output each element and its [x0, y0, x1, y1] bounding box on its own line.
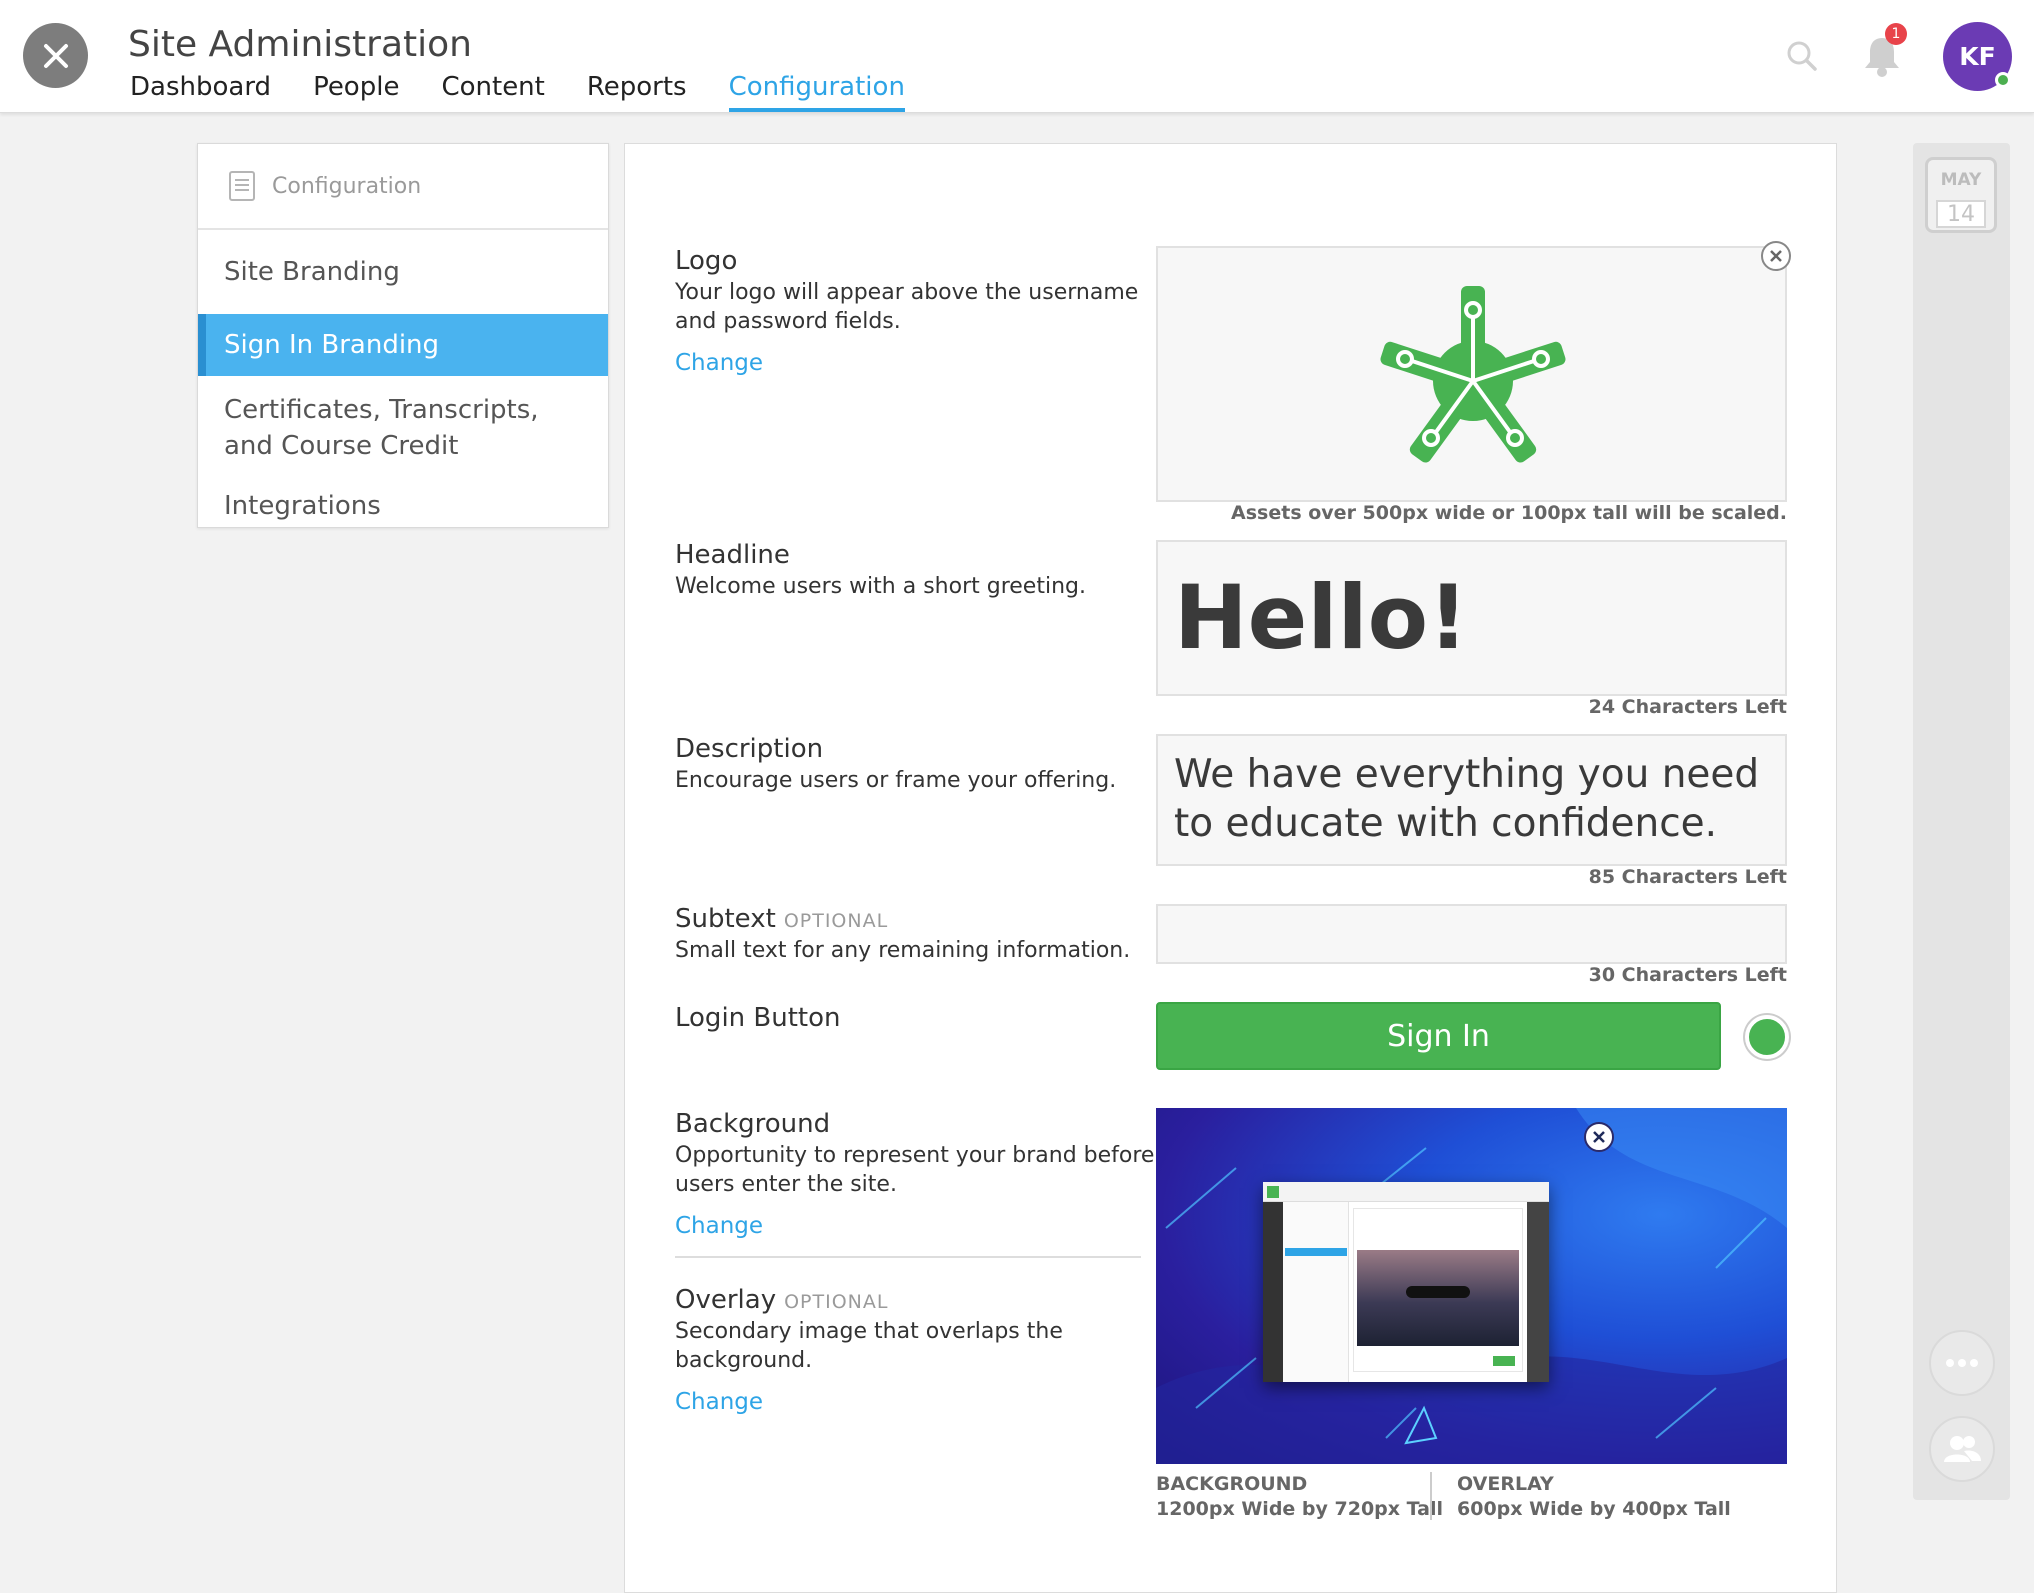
close-icon	[43, 43, 68, 68]
document-icon	[229, 171, 255, 201]
nav-content[interactable]: Content	[441, 72, 544, 112]
calendar-widget[interactable]: MAY 14	[1925, 157, 1997, 233]
optional-tag: OPTIONAL	[784, 1291, 889, 1313]
sidebar-heading: Configuration	[272, 173, 422, 199]
subtext-description: Small text for any remaining information…	[675, 938, 1131, 963]
nav-configuration[interactable]: Configuration	[728, 72, 905, 112]
background-description: Opportunity to represent your brand befo…	[675, 1143, 1155, 1197]
sidebar-header: Configuration	[198, 144, 608, 230]
headline-input[interactable]: Hello!	[1156, 540, 1787, 696]
more-button[interactable]	[1929, 1330, 1995, 1396]
headline-title: Headline	[675, 540, 790, 570]
sidebar-item-site-branding[interactable]: Site Branding	[198, 254, 608, 292]
overlay-description: Secondary image that overlaps the backgr…	[675, 1319, 1063, 1373]
right-rail	[1913, 143, 2010, 1500]
sidebar-item-integrations[interactable]: Integrations	[198, 488, 608, 524]
background-label-title: BACKGROUND	[1156, 1473, 1308, 1495]
users-icon	[1944, 1436, 1981, 1462]
optional-tag: OPTIONAL	[783, 910, 889, 932]
headline-description: Welcome users with a short greeting.	[675, 574, 1086, 599]
overlay-label-title: OVERLAY	[1457, 1473, 1554, 1495]
close-icon	[1593, 1131, 1605, 1143]
description-chars-left: 85 Characters Left	[1588, 866, 1787, 888]
calendar-month: MAY	[1940, 170, 1982, 190]
sidebar-item-label: Site Branding	[224, 257, 400, 287]
page-title: Site Administration	[128, 24, 472, 65]
sidebar-item-certificates[interactable]: Certificates, Transcripts, and Course Cr…	[198, 392, 608, 464]
close-icon	[1770, 250, 1782, 262]
description-title: Description	[675, 734, 824, 764]
top-bar: Site Administration Dashboard People Con…	[0, 0, 2034, 113]
sidebar-item-label: and Course Credit	[224, 431, 459, 461]
label-divider	[1430, 1472, 1432, 1520]
nav-people[interactable]: People	[313, 72, 399, 112]
button-color-picker[interactable]	[1745, 1015, 1789, 1059]
background-label-size: 1200px Wide by 720px Tall	[1156, 1498, 1444, 1520]
logo-preview[interactable]	[1156, 246, 1787, 502]
background-preview[interactable]	[1156, 1108, 1787, 1464]
headline-value: Hello!	[1174, 566, 1469, 669]
subtext-title-label: Subtext	[675, 904, 776, 934]
sign-in-button-preview[interactable]: Sign In	[1156, 1002, 1721, 1070]
remove-overlay-button[interactable]	[1584, 1122, 1614, 1152]
calendar-day: 14	[1936, 200, 1986, 228]
remove-logo-button[interactable]	[1761, 241, 1791, 271]
people-button[interactable]	[1929, 1416, 1995, 1482]
nav-reports[interactable]: Reports	[587, 72, 687, 112]
sidebar-item-label: Integrations	[224, 491, 381, 521]
background-size-label: BACKGROUND 1200px Wide by 720px Tall	[1156, 1472, 1443, 1522]
logo-change-link[interactable]: Change	[675, 350, 763, 376]
config-sidebar: Configuration Site Branding Sign In Bran…	[197, 143, 609, 528]
subtext-title: Subtext OPTIONAL	[675, 904, 888, 934]
logo-title: Logo	[675, 246, 738, 276]
nav-dashboard[interactable]: Dashboard	[130, 72, 271, 112]
background-title: Background	[675, 1109, 831, 1139]
overlay-change-link[interactable]: Change	[675, 1389, 763, 1415]
main-nav: Dashboard People Content Reports Configu…	[130, 72, 947, 112]
description-input[interactable]: We have everything you need to educate w…	[1156, 734, 1787, 866]
subtext-input[interactable]	[1156, 904, 1787, 964]
search-icon[interactable]	[1786, 40, 1818, 72]
notification-badge: 1	[1885, 23, 1907, 45]
overlay-image	[1263, 1182, 1549, 1382]
online-status-dot	[1995, 72, 2011, 88]
overlay-title: Overlay OPTIONAL	[675, 1285, 888, 1315]
login-button-title: Login Button	[675, 1003, 841, 1033]
description-value: We have everything you need to educate w…	[1174, 752, 1760, 846]
background-change-link[interactable]: Change	[675, 1213, 763, 1239]
subtext-chars-left: 30 Characters Left	[1588, 964, 1787, 986]
overlay-title-label: Overlay	[675, 1285, 777, 1315]
logo-image	[1380, 286, 1566, 463]
divider	[675, 1256, 1141, 1258]
description-description: Encourage users or frame your offering.	[675, 768, 1117, 793]
headline-chars-left: 24 Characters Left	[1588, 696, 1787, 718]
sidebar-item-sign-in-branding[interactable]: Sign In Branding	[198, 314, 608, 376]
sidebar-item-label: Certificates, Transcripts,	[224, 395, 539, 425]
logo-description: Your logo will appear above the username…	[675, 280, 1139, 334]
overlay-label-size: 600px Wide by 400px Tall	[1457, 1498, 1731, 1520]
logo-hint: Assets over 500px wide or 100px tall wil…	[1231, 502, 1787, 524]
ellipsis-icon	[1946, 1359, 1978, 1367]
close-button[interactable]	[23, 23, 88, 88]
overlay-size-label: OVERLAY 600px Wide by 400px Tall	[1457, 1472, 1731, 1522]
sidebar-item-label: Sign In Branding	[224, 330, 440, 360]
